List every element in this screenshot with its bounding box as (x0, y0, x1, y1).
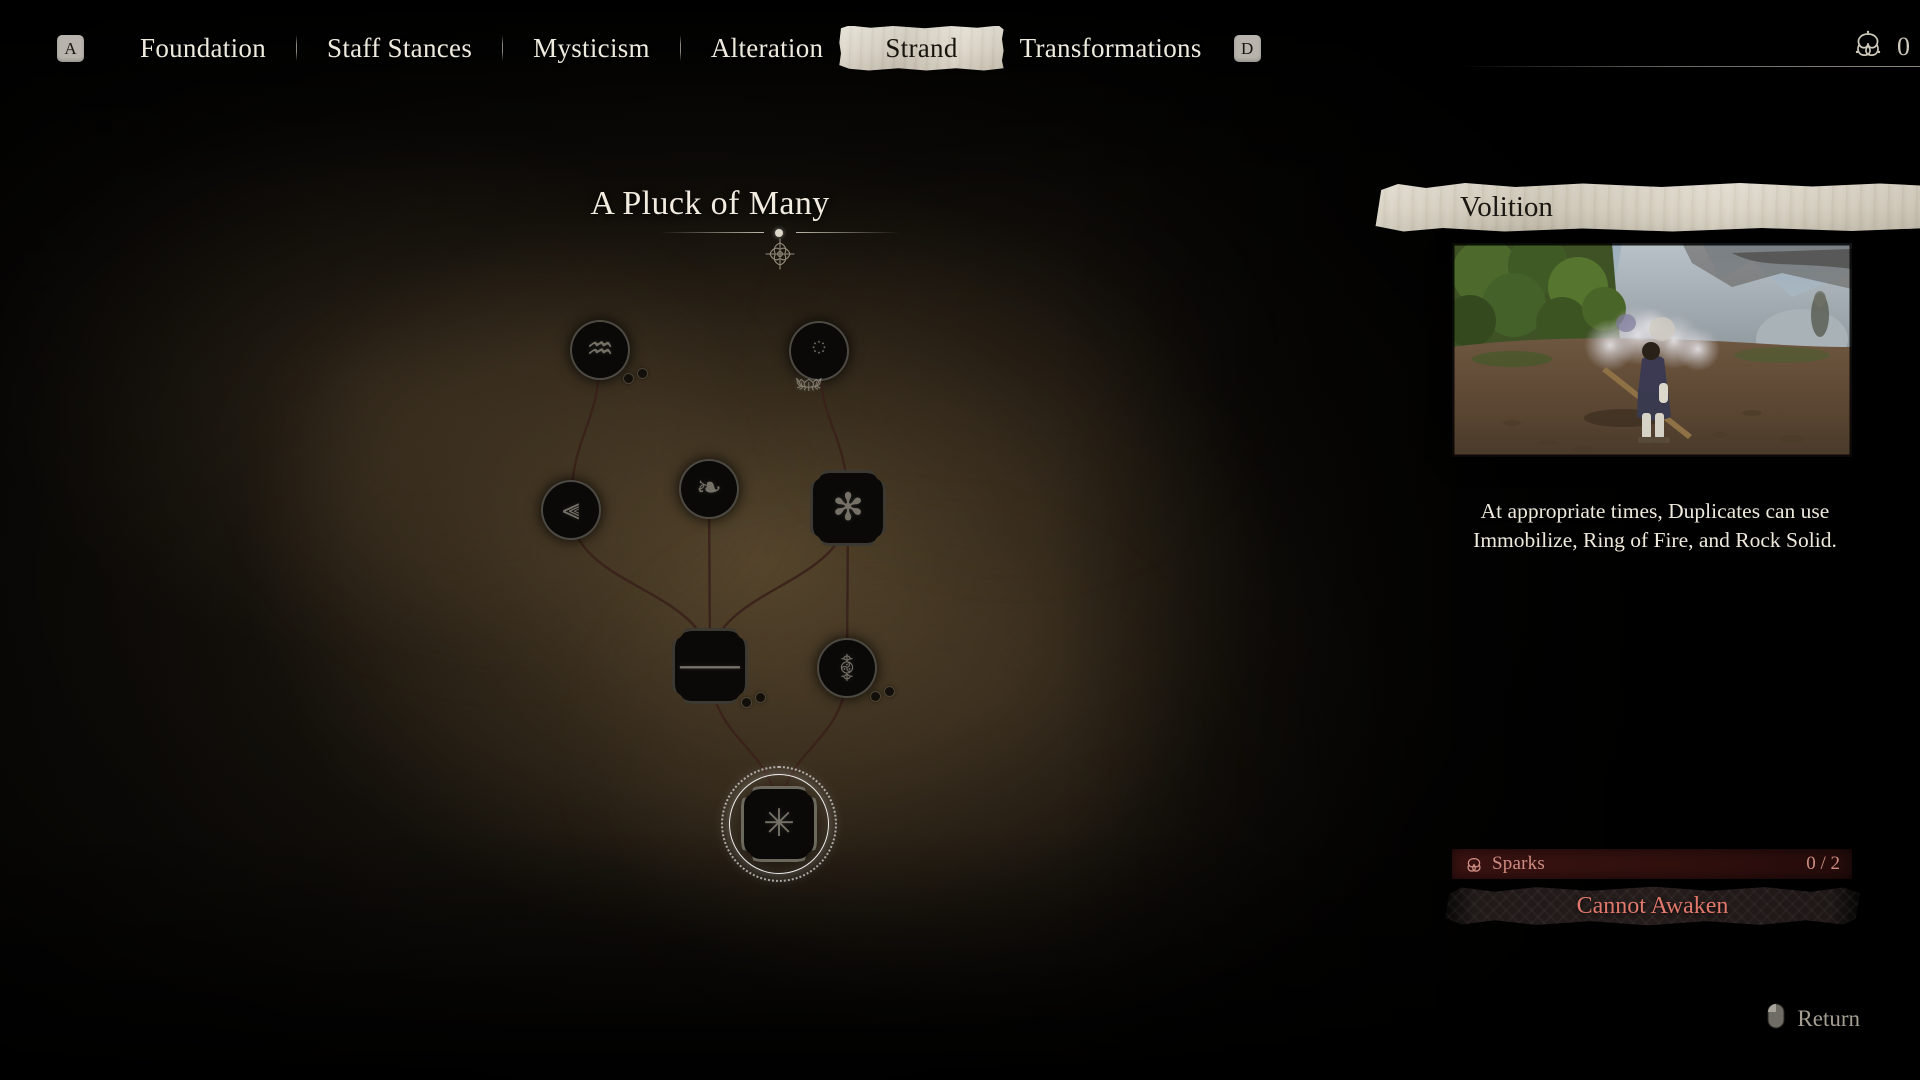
node-selected-volition[interactable]: ✳ (741, 786, 817, 862)
skill-node-glyph-icon: ✻ (832, 485, 864, 529)
nav-next-key[interactable]: D (1233, 34, 1261, 62)
skill-node-glyph-icon: ⸺ (678, 643, 742, 687)
nav-prev-key[interactable]: A (57, 34, 84, 62)
node-upper-left[interactable]: ♒ (570, 320, 630, 380)
nav-separator (502, 35, 504, 61)
node-upper-right[interactable]: ࿆ (789, 321, 849, 381)
nav-separator (679, 35, 681, 61)
node-lower-center[interactable]: ⸺ (672, 628, 748, 704)
node-lower-right[interactable]: ࿅ (817, 638, 877, 698)
panel-banner-background (1375, 183, 1920, 232)
skill-node-glyph-icon: ✳ (763, 801, 795, 845)
tab-label: Alteration (710, 32, 824, 63)
skill-node-glyph-icon: ࿆ (810, 331, 828, 368)
tab-label: Mysticism (533, 32, 650, 63)
skill-rank-pip (638, 369, 647, 378)
node-mid-left[interactable]: ⫷ (541, 480, 601, 540)
node-mid-right[interactable]: ✻ (810, 470, 886, 546)
cannot-awaken-button[interactable]: Cannot Awaken (1445, 886, 1860, 926)
tab-foundation[interactable]: Foundation (138, 27, 268, 70)
node-mid-center[interactable]: ❧ (679, 459, 739, 519)
spark-knot-icon (1464, 855, 1484, 874)
skill-tree: A Pluck of Many ♒࿆ ⫷ ❧ ✻ ⸺ ࿅ ✳ (0, 0, 1400, 1080)
skill-rank-pip (885, 687, 894, 696)
tab-staff-stances[interactable]: Staff Stances (325, 27, 474, 70)
skill-description: At appropriate times, Duplicates can use… (1473, 499, 1837, 552)
skill-node-glyph-icon: ❧ (696, 469, 722, 506)
tab-label: Strand (885, 32, 958, 63)
skill-preview-image (1452, 243, 1852, 457)
skill-node-glyph-icon: ࿅ (839, 648, 855, 685)
skill-node-glyph-icon: ⫷ (562, 490, 580, 527)
tab-strand[interactable]: Strand (839, 24, 1004, 73)
nav-items-container: A Foundation Staff Stances Mysticism Alterat… (0, 0, 1450, 96)
sparks-requirement-bar: Sparks 0 / 2 (1452, 849, 1852, 879)
tab-transformations[interactable]: Transformations (1018, 27, 1204, 70)
skill-rank-pip (624, 374, 633, 383)
sparks-value: 0 / 2 (1806, 853, 1840, 874)
tab-label: Foundation (140, 32, 267, 63)
sparks-label: Sparks (1492, 853, 1545, 874)
skill-tree-edges (569, 349, 850, 825)
skill-node-glyph-icon: ♒ (586, 330, 614, 367)
skill-rank-pip (756, 693, 765, 702)
tab-label: Transformations (1019, 32, 1202, 63)
cannot-awaken-label: Cannot Awaken (1576, 892, 1729, 919)
nav-separator (296, 35, 298, 61)
tab-label: Staff Stances (327, 32, 473, 63)
panel-title: Volition (1460, 191, 1553, 223)
tab-alteration[interactable]: Alteration (709, 27, 825, 70)
tab-mysticism[interactable]: Mysticism (531, 27, 652, 70)
skill-rank-pip (871, 692, 880, 701)
detail-panel: Volition At appropriate times, Duplicate… (1375, 0, 1920, 1080)
skill-rank-pip (742, 698, 751, 707)
